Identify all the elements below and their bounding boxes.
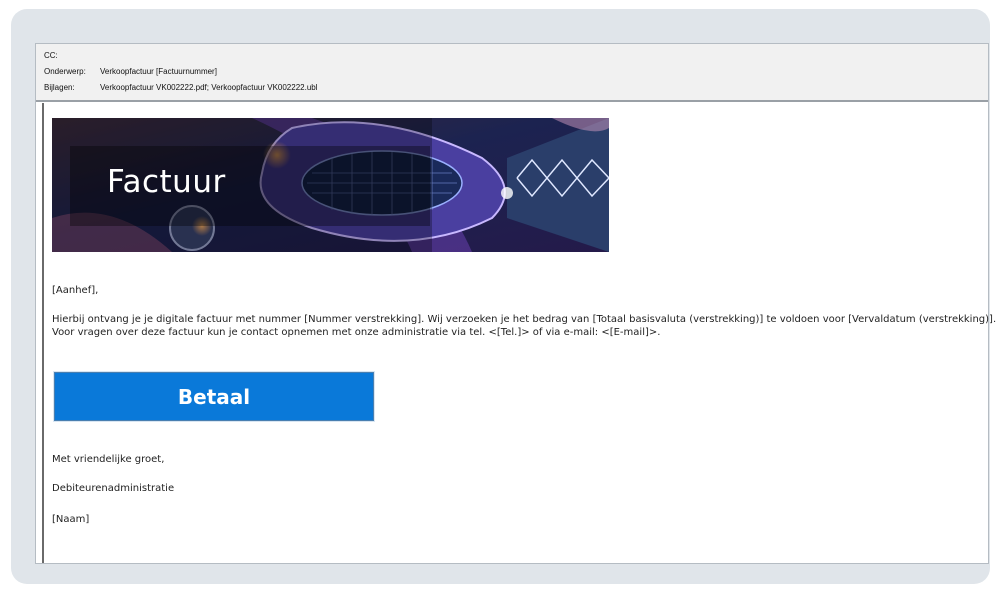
attachments-value[interactable]: Verkoopfactuur VK002222.pdf; Verkoopfact… — [100, 83, 318, 92]
closing: Met vriendelijke groet, — [52, 454, 165, 465]
subject-value[interactable]: Verkoopfactuur [Factuurnummer] — [100, 67, 217, 76]
screenshot-frame: CC: Onderwerp: Verkoopfactuur [Factuurnum… — [11, 9, 996, 584]
cc-label: CC: — [44, 51, 58, 60]
banner-title: Factuur — [107, 164, 226, 200]
attachments-row: Bijlagen: Verkoopfactuur VK002222.pdf; Ve… — [44, 83, 318, 92]
message-line-1: Hierbij ontvang je je digitale factuur m… — [52, 314, 997, 325]
attachments-label: Bijlagen: — [44, 83, 75, 92]
subject-row: Onderwerp: Verkoopfactuur [Factuurnummer] — [44, 67, 217, 76]
cc-row: CC: — [44, 51, 100, 60]
message-line-2: Voor vragen over deze factuur kun je con… — [52, 327, 661, 338]
salutation: [Aanhef], — [52, 285, 99, 296]
email-window: CC: Onderwerp: Verkoopfactuur [Factuurnum… — [35, 43, 996, 564]
sender-name: [Naam] — [52, 514, 90, 525]
subject-label: Onderwerp: — [44, 67, 86, 76]
pay-button[interactable]: Betaal — [54, 372, 374, 421]
email-header: CC: Onderwerp: Verkoopfactuur [Factuurnum… — [36, 44, 988, 102]
department: Debiteurenadministratie — [52, 483, 175, 494]
factuur-banner: Factuur — [52, 118, 609, 252]
email-body: Factuur [Aanhef], Hierbij ontvang je je … — [42, 103, 996, 563]
